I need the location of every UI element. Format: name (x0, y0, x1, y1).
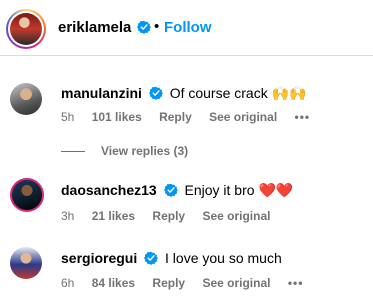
more-options-icon[interactable]: ••• (295, 110, 311, 124)
raising-hands-emoji: 🙌🙌 (271, 85, 307, 101)
comment-body: sergioregui I love you so much (61, 250, 282, 266)
comment-body: daosanchez13 Enjoy it bro ❤️❤️ (61, 182, 293, 199)
comment-likes[interactable]: 101 likes (92, 110, 142, 124)
comment-likes[interactable]: 21 likes (92, 209, 135, 223)
reply-button[interactable]: Reply (152, 276, 185, 290)
verified-badge-icon (148, 86, 163, 100)
reply-button[interactable]: Reply (159, 110, 192, 124)
commenter-avatar[interactable] (10, 83, 42, 115)
author-username[interactable]: eriklamela (58, 19, 131, 36)
author-avatar[interactable] (6, 9, 46, 49)
reply-button[interactable]: Reply (152, 209, 185, 223)
view-replies-button[interactable]: View replies (3) (61, 144, 188, 158)
comment-text: I love you so much (165, 250, 282, 266)
verified-badge-icon (144, 251, 159, 265)
see-original-button[interactable]: See original (202, 209, 270, 223)
commenter-avatar[interactable] (10, 178, 44, 212)
see-original-button[interactable]: See original (209, 110, 277, 124)
commenter-username[interactable]: sergioregui (61, 250, 137, 266)
follow-button[interactable]: Follow (164, 19, 212, 36)
comment-time: 6h (61, 276, 75, 290)
replies-line (61, 151, 85, 153)
separator-dot: • (154, 18, 160, 35)
comment-text: Enjoy it bro (184, 182, 255, 198)
header-divider (0, 55, 373, 56)
commenter-avatar[interactable] (10, 247, 42, 279)
verified-badge-icon (137, 20, 151, 34)
comment-meta: 6h 84 likes Reply See original ••• (61, 276, 317, 290)
comment-text: Of course crack (169, 85, 268, 101)
comment-meta: 3h 21 likes Reply See original (61, 209, 284, 223)
view-replies-label: View replies (3) (101, 144, 189, 158)
commenter-username[interactable]: daosanchez13 (61, 182, 157, 198)
comment-time: 3h (61, 209, 75, 223)
comment-likes[interactable]: 84 likes (92, 276, 135, 290)
comment-meta: 5h 101 likes Reply See original ••• (61, 110, 324, 124)
comment-time: 5h (61, 110, 75, 124)
commenter-username[interactable]: manulanzini (61, 85, 142, 101)
more-options-icon[interactable]: ••• (288, 276, 304, 290)
comment-body: manulanzini Of course crack 🙌🙌 (61, 85, 306, 102)
see-original-button[interactable]: See original (202, 276, 270, 290)
post-header: eriklamela • Follow (0, 0, 373, 55)
verified-badge-icon (163, 183, 178, 197)
red-heart-emoji: ❤️❤️ (258, 182, 294, 198)
